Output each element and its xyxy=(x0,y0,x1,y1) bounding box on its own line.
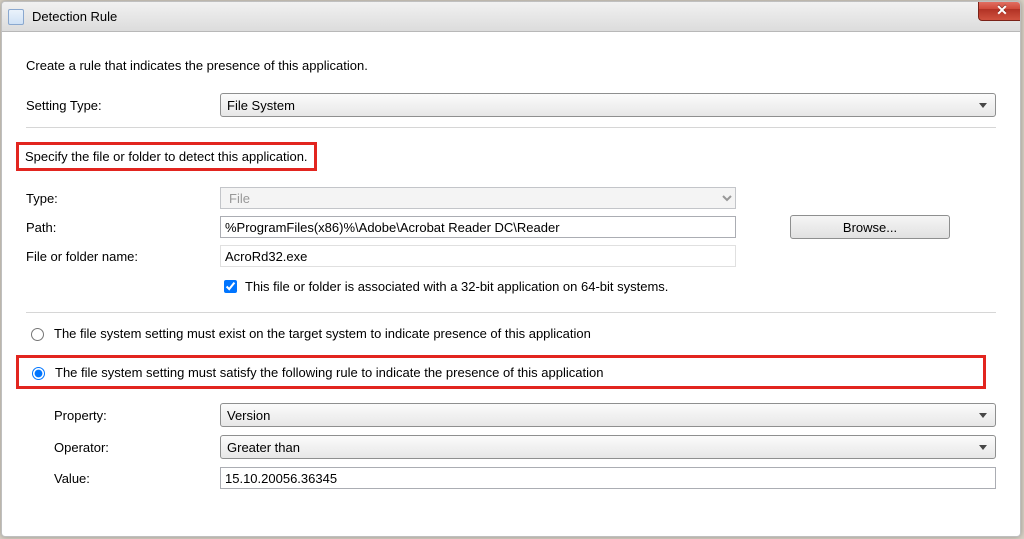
property-value: Version xyxy=(227,408,270,423)
separator-2 xyxy=(26,312,996,313)
type-select: File xyxy=(220,187,736,209)
detection-rule-window: Detection Rule ✕ Create a rule that indi… xyxy=(1,1,1021,537)
filename-input[interactable] xyxy=(220,245,736,267)
property-select[interactable]: Version xyxy=(220,403,996,427)
path-row: Path: Browse... xyxy=(26,215,996,239)
close-button[interactable]: ✕ xyxy=(978,1,1021,21)
operator-row: Operator: Greater than xyxy=(54,435,996,459)
browse-button[interactable]: Browse... xyxy=(790,215,950,239)
type-label: Type: xyxy=(26,191,220,206)
content-area: Create a rule that indicates the presenc… xyxy=(2,32,1020,489)
radio-satisfy-label: The file system setting must satisfy the… xyxy=(55,365,603,380)
radio-satisfy-highlight: The file system setting must satisfy the… xyxy=(16,355,986,389)
separator-1 xyxy=(26,127,996,128)
path-input[interactable] xyxy=(220,216,736,238)
assoc32-label: This file or folder is associated with a… xyxy=(245,279,668,294)
property-label: Property: xyxy=(54,408,220,423)
window-title: Detection Rule xyxy=(32,9,117,24)
radio-exists-row: The file system setting must exist on th… xyxy=(26,325,996,341)
property-row: Property: Version xyxy=(54,403,996,427)
assoc32-checkbox[interactable] xyxy=(224,280,237,293)
app-icon xyxy=(8,9,24,25)
radio-exists[interactable] xyxy=(31,328,44,341)
setting-type-label: Setting Type: xyxy=(26,98,220,113)
value-input[interactable] xyxy=(220,467,996,489)
operator-value: Greater than xyxy=(227,440,300,455)
assoc32-row: This file or folder is associated with a… xyxy=(220,277,996,296)
specify-heading: Specify the file or folder to detect thi… xyxy=(16,142,317,171)
value-row: Value: xyxy=(54,467,996,489)
setting-type-select[interactable]: File System xyxy=(220,93,996,117)
filename-label: File or folder name: xyxy=(26,249,220,264)
titlebar[interactable]: Detection Rule ✕ xyxy=(2,2,1020,32)
setting-type-value: File System xyxy=(227,98,295,113)
close-icon: ✕ xyxy=(996,2,1008,19)
filename-row: File or folder name: xyxy=(26,245,996,267)
radio-exists-label: The file system setting must exist on th… xyxy=(54,326,591,341)
operator-select[interactable]: Greater than xyxy=(220,435,996,459)
setting-type-row: Setting Type: File System xyxy=(26,93,996,117)
type-row: Type: File xyxy=(26,187,996,209)
radio-satisfy-row: The file system setting must satisfy the… xyxy=(26,355,996,389)
operator-label: Operator: xyxy=(54,440,220,455)
path-label: Path: xyxy=(26,220,220,235)
value-label: Value: xyxy=(54,471,220,486)
intro-text: Create a rule that indicates the presenc… xyxy=(26,58,996,73)
rule-sub-rows: Property: Version Operator: Greater than… xyxy=(54,403,996,489)
section-heading-wrapper: Specify the file or folder to detect thi… xyxy=(26,142,996,171)
radio-satisfy[interactable] xyxy=(32,367,45,380)
